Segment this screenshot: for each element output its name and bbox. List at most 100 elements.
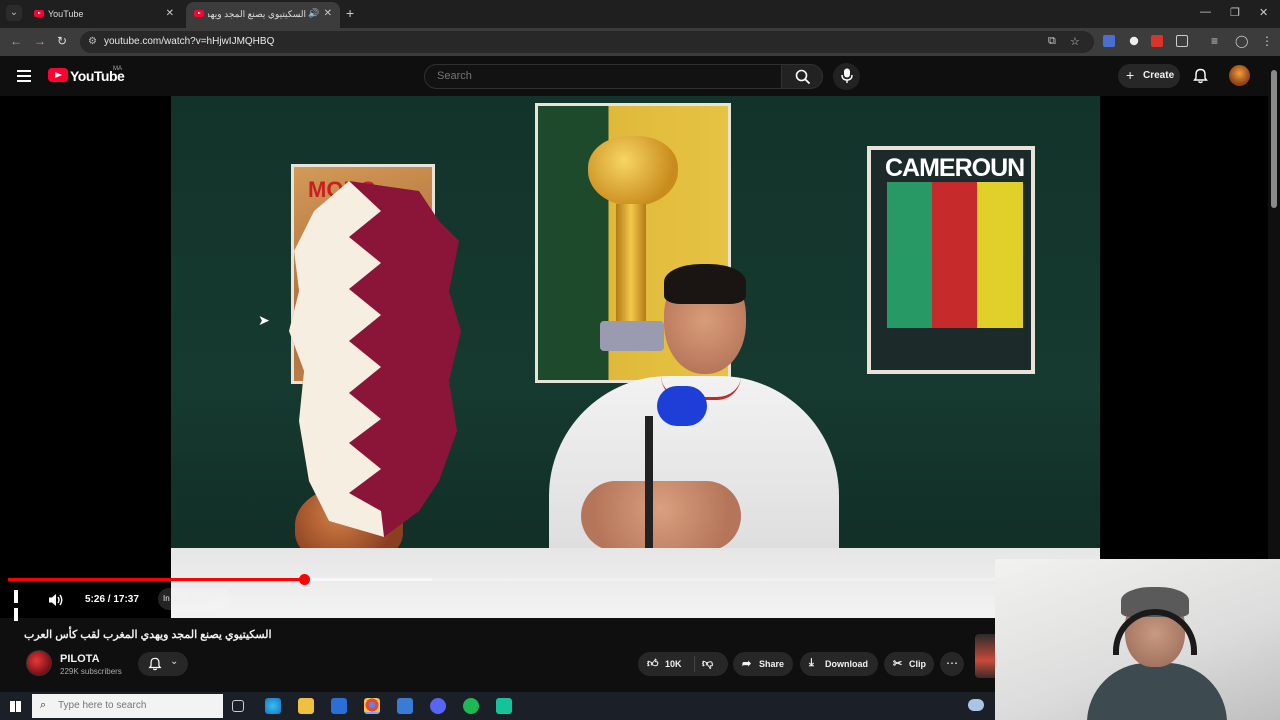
subscription-bell-button[interactable]: ⌄: [138, 652, 188, 676]
chapter-chip[interactable]: In this video ›: [158, 588, 232, 610]
account-avatar[interactable]: [1229, 65, 1250, 86]
recommended-thumbnail[interactable]: [975, 634, 995, 678]
more-actions-icon[interactable]: ⋯: [940, 652, 964, 676]
spotify-icon[interactable]: [463, 698, 479, 714]
progress-played: [8, 578, 305, 581]
download-icon: ⤓: [809, 657, 814, 669]
browser-toolbar: ← → ↻ ⚙ youtube.com/watch?v=hHjwIJMQHBQ …: [0, 28, 1280, 56]
share-label: Share: [759, 659, 785, 669]
restore-icon[interactable]: ❐: [1230, 6, 1240, 19]
clip-button[interactable]: ✂ Clip: [884, 652, 934, 676]
bookmark-star-icon[interactable]: ☆: [1070, 35, 1080, 48]
new-tab-button[interactable]: +: [346, 5, 354, 21]
video-frame: MORO CAMEROUN: [171, 96, 1100, 618]
url-text[interactable]: youtube.com/watch?v=hHjwIJMQHBQ: [104, 36, 274, 47]
tab-title: السكيتيوي يصنع المجد ويهدي: [208, 9, 306, 19]
scissors-icon: ✂: [893, 658, 903, 670]
share-icon: ➦: [742, 658, 752, 670]
file-explorer-icon[interactable]: [298, 698, 314, 714]
qatar-map-flag: [289, 181, 461, 537]
profile-icon[interactable]: ◯: [1235, 34, 1248, 48]
studio-microphone: [657, 386, 707, 426]
minimize-icon[interactable]: —: [1200, 6, 1211, 18]
search-button[interactable]: [781, 64, 823, 89]
voice-search-button[interactable]: [833, 63, 860, 90]
microsoft-store-icon[interactable]: [331, 698, 347, 714]
extension-icon[interactable]: [1128, 35, 1140, 47]
poster-cameroun: CAMEROUN: [867, 146, 1035, 374]
progress-bar[interactable]: [8, 574, 995, 585]
chrome-menu-icon[interactable]: ⋮: [1261, 34, 1273, 48]
download-button[interactable]: ⤓ Download: [800, 652, 878, 676]
recorder-extension-icon[interactable]: [1151, 35, 1163, 47]
messaging-app-icon[interactable]: [496, 698, 512, 714]
cast-icon[interactable]: ⧉: [1048, 35, 1056, 48]
search-box: [424, 64, 782, 89]
dislike-thumbs-down-icon[interactable]: 👎︎: [702, 657, 713, 670]
tab-search-button[interactable]: ⌄: [6, 5, 22, 21]
forward-icon[interactable]: →: [34, 34, 46, 48]
chapter-chip-label: In this video: [163, 594, 206, 603]
plus-icon: +: [1126, 67, 1135, 83]
address-bar[interactable]: ⚙ youtube.com/watch?v=hHjwIJMQHBQ ⧉ ☆: [80, 31, 1094, 53]
site-info-icon[interactable]: ⚙: [88, 36, 97, 47]
chevron-down-icon: ⌄: [170, 656, 179, 667]
weather-icon[interactable]: [968, 699, 984, 711]
presenter-hands: [581, 481, 741, 551]
edge-icon[interactable]: [265, 698, 281, 714]
browser-tab-strip: ⌄ YouTube ✕ السكيتيوي يصنع المجد ويهدي 🔊…: [0, 0, 1280, 28]
cameroon-flag: [887, 182, 1023, 328]
tab-youtube[interactable]: YouTube ✕: [26, 2, 182, 28]
search-input[interactable]: [437, 70, 767, 82]
webcam-person-body: [1087, 663, 1227, 720]
close-tab-icon[interactable]: ✕: [166, 8, 174, 19]
windows-start-icon[interactable]: [10, 701, 21, 712]
pause-icon: [14, 608, 18, 621]
presenter-hair: [664, 264, 746, 304]
trophy-cup: [588, 136, 678, 206]
reload-icon[interactable]: ↻: [57, 34, 67, 48]
extensions-puzzle-icon[interactable]: [1176, 35, 1188, 47]
microphone-icon: [841, 68, 853, 83]
channel-name[interactable]: PILOTA: [60, 653, 100, 665]
chevron-right-icon: ›: [212, 592, 216, 603]
scrollbar-thumb[interactable]: [1271, 70, 1277, 208]
translate-extension-icon[interactable]: [1103, 35, 1115, 47]
mic-stand: [645, 416, 653, 556]
pause-button[interactable]: [14, 590, 28, 621]
speaker-icon[interactable]: 🔊: [308, 8, 319, 19]
trophy-stem: [616, 204, 646, 324]
like-dislike-group: 👍︎ 10K 👎︎: [638, 652, 728, 676]
like-thumbs-up-icon[interactable]: 👍︎: [647, 657, 659, 670]
youtube-favicon-icon: [34, 10, 44, 17]
tab-video[interactable]: السكيتيوي يصنع المجد ويهدي 🔊 ✕: [186, 2, 340, 28]
create-button[interactable]: + Create: [1118, 64, 1180, 88]
youtube-header: YouTube MA + Create: [0, 56, 1280, 96]
menu-icon[interactable]: [17, 70, 31, 82]
like-count[interactable]: 10K: [665, 659, 682, 669]
notifications-bell-icon[interactable]: [1193, 68, 1208, 84]
close-tab-icon[interactable]: ✕: [324, 8, 332, 19]
time-display: 5:26 / 17:37: [85, 594, 139, 605]
discord-icon[interactable]: [430, 698, 446, 714]
youtube-logo-icon[interactable]: [48, 68, 68, 82]
volume-icon[interactable]: [48, 593, 64, 607]
pause-icon: [14, 590, 18, 603]
trophy-base: [600, 321, 664, 351]
search-icon: [795, 69, 811, 85]
share-button[interactable]: ➦ Share: [733, 652, 793, 676]
mail-app-icon[interactable]: [397, 698, 413, 714]
taskbar-search[interactable]: ⌕: [32, 694, 223, 718]
close-window-icon[interactable]: ✕: [1259, 6, 1268, 19]
video-player[interactable]: MORO CAMEROUN ➤: [0, 96, 1268, 621]
task-view-icon[interactable]: [232, 700, 244, 712]
back-icon[interactable]: ←: [10, 34, 22, 48]
chrome-icon[interactable]: [364, 698, 380, 714]
download-label: Download: [825, 659, 868, 669]
create-label: Create: [1143, 70, 1175, 81]
poster-right-text: CAMEROUN: [885, 154, 1025, 182]
channel-avatar[interactable]: [26, 650, 52, 676]
subscriber-count: 229K subscribers: [60, 667, 122, 676]
media-control-icon[interactable]: ≡: [1211, 34, 1218, 48]
taskbar-search-input[interactable]: [58, 700, 218, 711]
